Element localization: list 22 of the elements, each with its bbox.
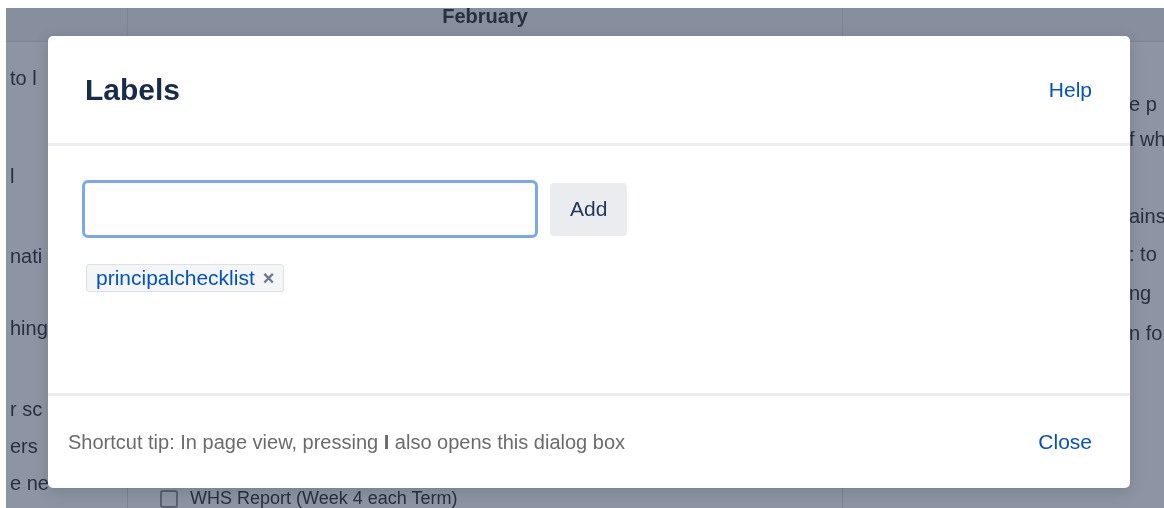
table-header-text: February xyxy=(442,6,528,26)
table-text: l xyxy=(10,164,15,188)
remove-label-button[interactable]: × xyxy=(262,266,275,290)
table-text: r sc xyxy=(10,397,43,421)
table-text: e ne xyxy=(10,471,49,495)
table-text: ers xyxy=(10,434,38,458)
help-link[interactable]: Help xyxy=(1048,77,1092,102)
dialog-title: Labels xyxy=(85,72,181,107)
close-link[interactable]: Close xyxy=(1038,430,1092,454)
shortcut-tip: Shortcut tip: In page view, pressing I also opens this dialog box xyxy=(68,430,625,454)
table-text: hing xyxy=(10,316,48,340)
checklist-item-text: WHS Report (Week 4 each Term) xyxy=(190,489,458,508)
table-text: nati xyxy=(10,244,43,268)
table-text: : to xyxy=(1129,242,1157,266)
add-button[interactable]: Add xyxy=(550,182,628,236)
table-text: to l xyxy=(10,66,37,90)
table-text: ng xyxy=(1129,281,1152,305)
table-text: f wh xyxy=(1129,127,1164,151)
table-text: e p xyxy=(1129,92,1157,116)
table-text: n fo xyxy=(1129,321,1163,345)
label-tag-text[interactable]: principalchecklist xyxy=(96,266,255,290)
label-input-field[interactable] xyxy=(82,180,538,238)
